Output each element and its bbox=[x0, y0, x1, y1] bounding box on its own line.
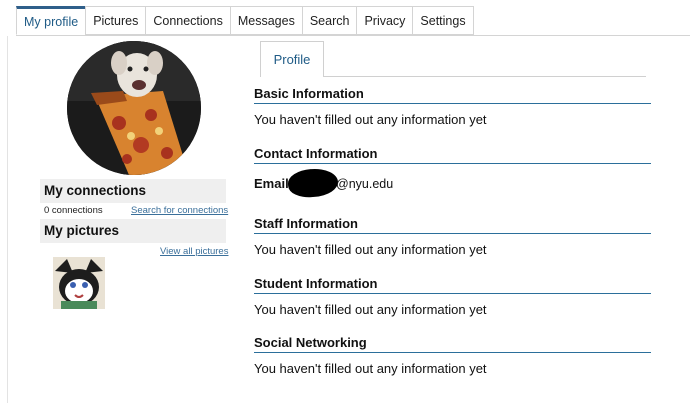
contact-information-heading: Contact Information bbox=[254, 147, 651, 164]
redaction-scribble bbox=[287, 167, 339, 199]
tab-settings[interactable]: Settings bbox=[412, 6, 474, 35]
tab-connections[interactable]: Connections bbox=[145, 6, 230, 35]
email-value: @nyu.edu bbox=[336, 177, 394, 191]
view-all-pictures-link[interactable]: View all pictures bbox=[160, 246, 228, 257]
email-label: Email bbox=[254, 176, 289, 191]
staff-information-heading: Staff Information bbox=[254, 217, 651, 234]
social-networking-text: You haven't filled out any information y… bbox=[254, 361, 487, 376]
tab-search[interactable]: Search bbox=[301, 6, 357, 35]
student-information-heading: Student Information bbox=[254, 277, 651, 294]
my-pictures-heading: My pictures bbox=[40, 219, 226, 243]
search-connections-link[interactable]: Search for connections bbox=[131, 205, 228, 216]
tab-messages[interactable]: Messages bbox=[229, 6, 302, 35]
profile-tab-rule bbox=[324, 76, 646, 77]
connections-count: 0 connections bbox=[44, 205, 103, 216]
picture-thumbnail[interactable] bbox=[53, 257, 105, 309]
nav-divider bbox=[16, 35, 690, 36]
top-nav: My profile Pictures Connections Messages… bbox=[16, 6, 474, 36]
tab-profile[interactable]: Profile bbox=[260, 41, 324, 77]
staff-information-text: You haven't filled out any information y… bbox=[254, 242, 487, 257]
tab-privacy[interactable]: Privacy bbox=[356, 6, 413, 35]
left-edge-rule bbox=[0, 36, 8, 403]
social-networking-heading: Social Networking bbox=[254, 336, 651, 353]
tab-pictures[interactable]: Pictures bbox=[85, 6, 146, 35]
student-information-text: You haven't filled out any information y… bbox=[254, 302, 487, 317]
tab-my-profile[interactable]: My profile bbox=[16, 6, 86, 35]
avatar-image bbox=[67, 41, 201, 175]
profile-avatar[interactable] bbox=[67, 41, 201, 175]
basic-information-text: You haven't filled out any information y… bbox=[254, 112, 487, 127]
basic-information-heading: Basic Information bbox=[254, 87, 651, 104]
cartoon-thumbnail-image bbox=[53, 257, 105, 309]
my-connections-heading: My connections bbox=[40, 179, 226, 203]
